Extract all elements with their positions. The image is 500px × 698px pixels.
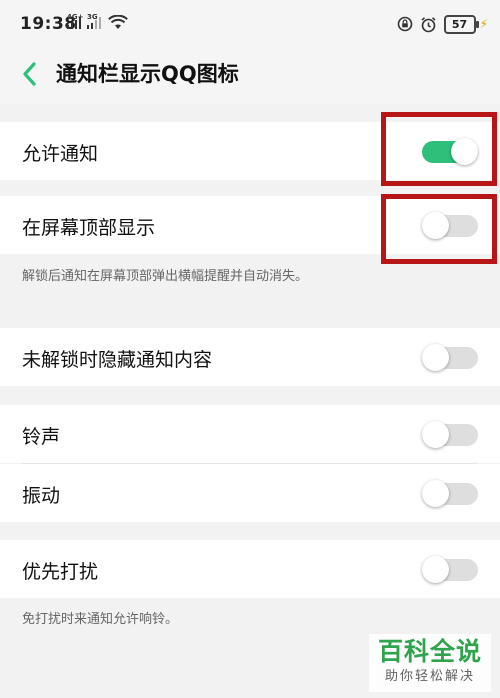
app-header: 通知栏显示QQ图标	[0, 48, 500, 104]
setting-label: 未解锁时隐藏通知内容	[22, 349, 213, 371]
watermark-main-text: 百科全说	[377, 637, 482, 666]
signal-icon	[67, 17, 81, 29]
priority-dnd-toggle[interactable]	[422, 555, 478, 583]
setting-hide-when-locked[interactable]: 未解锁时隐藏通知内容	[0, 328, 500, 386]
setting-priority-dnd[interactable]: 优先打扰	[0, 540, 500, 598]
wifi-icon	[108, 15, 128, 29]
status-right-icons: 57 ⚡	[397, 14, 488, 34]
toggle-knob	[422, 480, 449, 507]
toggle-knob	[422, 344, 449, 371]
setting-vibrate[interactable]: 振动	[0, 464, 500, 522]
vibrate-toggle[interactable]	[422, 479, 478, 507]
highlight-box-allow	[381, 112, 497, 186]
battery-icon: 57	[443, 14, 479, 34]
setting-label: 铃声	[22, 426, 61, 448]
setting-label: 在屏幕顶部显示	[22, 217, 156, 239]
setting-label: 允许通知	[22, 143, 99, 165]
status-bar: 19:38 4G+ 3G 57 ⚡	[0, 0, 500, 48]
lock-rotation-icon	[397, 16, 412, 32]
toggle-knob	[422, 556, 449, 583]
setting-label: 优先打扰	[22, 561, 99, 583]
ringtone-toggle[interactable]	[422, 420, 478, 448]
watermark-sub-text: 助你轻松解决	[384, 669, 475, 684]
signal-icon	[87, 17, 101, 29]
alarm-icon	[421, 16, 436, 32]
page-title: 通知栏显示QQ图标	[56, 62, 239, 86]
toggle-knob	[422, 421, 449, 448]
back-arrow-icon[interactable]	[18, 59, 42, 89]
watermark-logo: 百科全说 助你轻松解决	[369, 634, 491, 692]
charging-icon: ⚡	[479, 17, 488, 31]
setting-ringtone[interactable]: 铃声	[0, 405, 500, 463]
highlight-box-top	[381, 194, 497, 264]
setting-label: 振动	[22, 485, 61, 507]
hide-when-locked-toggle[interactable]	[422, 343, 478, 371]
show-on-top-hint: 解锁后通知在屏幕顶部弹出横幅提醒并自动消失。	[22, 269, 309, 284]
priority-dnd-hint: 免打扰时来通知允许响铃。	[22, 612, 179, 627]
